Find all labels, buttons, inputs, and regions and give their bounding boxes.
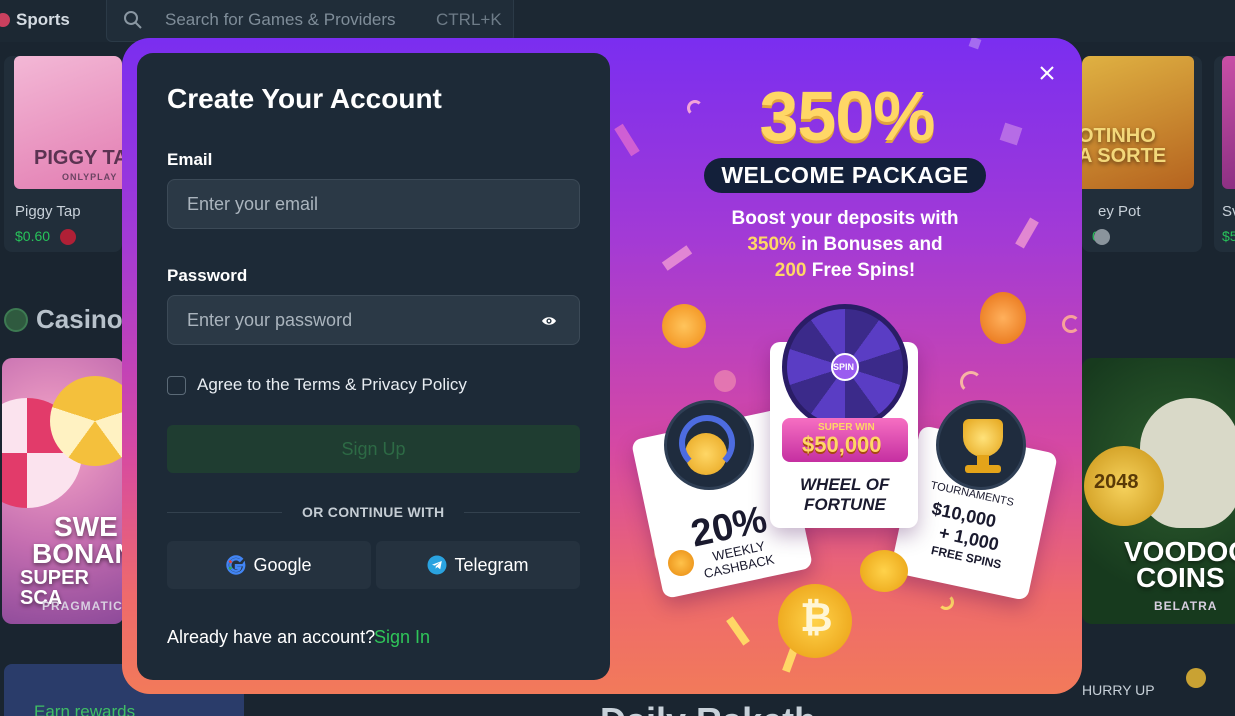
signin-link[interactable]: Sign In	[374, 627, 430, 648]
confetti	[960, 371, 982, 393]
confetti	[999, 122, 1023, 146]
signup-form-panel: Create Your Account Email Password Agree…	[137, 53, 610, 680]
confetti	[687, 100, 703, 116]
signup-modal: Create Your Account Email Password Agree…	[122, 38, 1082, 694]
agree-terms-checkbox[interactable]	[167, 376, 186, 395]
agree-terms-label[interactable]: Agree to the Terms & Privacy Policy	[197, 375, 467, 395]
promo-line-2: 350% in Bonuses and	[692, 232, 998, 258]
refresh-coin-icon	[664, 400, 754, 490]
ada-coin-icon	[860, 550, 908, 592]
fortune-wheel: SPIN	[782, 304, 908, 430]
promo-description: Boost your deposits with 350% in Bonuses…	[692, 206, 998, 284]
promo-line-1: Boost your deposits with	[731, 208, 959, 229]
telegram-button[interactable]: Telegram	[376, 541, 580, 589]
password-label: Password	[167, 266, 248, 285]
promo-percent: 350%	[759, 77, 935, 155]
divider-right	[464, 512, 580, 513]
confetti	[968, 38, 982, 50]
confetti	[661, 245, 693, 271]
show-password-eye-icon[interactable]	[541, 313, 557, 329]
promo-line-3-rest: Free Spins!	[806, 260, 916, 281]
wheel-spin-label: SPIN	[833, 362, 855, 372]
google-label: Google	[253, 554, 312, 575]
promo-line-3: 200 Free Spins!	[692, 258, 998, 284]
password-input[interactable]	[168, 296, 579, 344]
divider-left	[167, 512, 282, 513]
bitcoin-coin-icon: ₿	[778, 584, 852, 658]
signup-button[interactable]: Sign Up	[167, 425, 580, 473]
google-button[interactable]: Google	[167, 541, 371, 589]
super-win-banner: SUPER WIN $50,000	[782, 418, 908, 462]
confetti	[726, 616, 750, 646]
confetti	[1015, 217, 1039, 249]
have-account-text: Already have an account?	[167, 627, 376, 647]
promo-free-spins-count: 200	[774, 260, 807, 281]
password-field[interactable]	[167, 295, 580, 345]
promo-bonus-percent: 350%	[747, 234, 796, 255]
form-title: Create Your Account	[167, 83, 442, 114]
tether-coin-icon	[658, 300, 710, 352]
trophy-icon	[936, 400, 1026, 490]
confetti	[614, 123, 640, 157]
promo-line-2-rest: in Bonuses and	[795, 234, 943, 255]
close-icon[interactable]	[1036, 62, 1058, 84]
super-win-amount: $50,000	[802, 432, 882, 457]
small-coin-icon	[668, 550, 694, 576]
email-label: Email	[167, 150, 213, 169]
wheel-title-line-1: WHEEL OF	[800, 475, 890, 494]
welcome-package-badge: WELCOME PACKAGE	[704, 158, 986, 193]
email-input[interactable]	[168, 180, 579, 228]
telegram-icon	[427, 555, 447, 575]
confetti	[1062, 315, 1080, 333]
telegram-label: Telegram	[454, 554, 529, 575]
divider-label: OR CONTINUE WITH	[302, 504, 445, 520]
gem-coin-icon	[980, 292, 1026, 344]
confetti	[938, 594, 954, 610]
small-coin-icon	[714, 370, 736, 392]
email-field[interactable]	[167, 179, 580, 229]
google-icon	[226, 555, 246, 575]
wheel-title-line-2: FORTUNE	[804, 495, 886, 514]
